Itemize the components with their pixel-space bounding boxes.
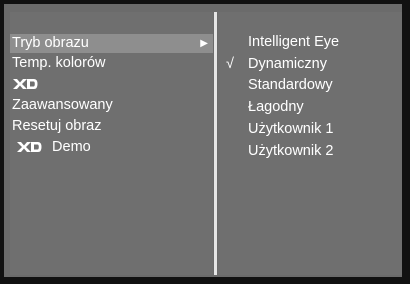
- menu-item-xd-demo[interactable]: Demo: [16, 138, 91, 157]
- menu-item-zaawansowany[interactable]: Zaawansowany: [12, 96, 113, 115]
- osd-menu-frame: Tryb obrazu ▶ Temp. kolorów Zaawansowany…: [0, 0, 410, 284]
- submenu-item-label: Dynamiczny: [248, 56, 327, 72]
- menu-item-label: Demo: [52, 139, 91, 155]
- submenu-item-label: Użytkownik 2: [248, 143, 334, 159]
- check-mark-icon: √: [226, 56, 234, 72]
- menu-item-label: Resetuj obraz: [12, 118, 102, 134]
- right-triangle-arrow-icon: ▶: [200, 38, 208, 49]
- menu-item-tryb-obrazu[interactable]: Tryb obrazu ▶: [10, 34, 213, 53]
- menu-item-label: Temp. kolorów: [12, 55, 106, 71]
- menu-item-resetuj-obraz[interactable]: Resetuj obraz: [12, 117, 101, 136]
- submenu-item-label: Intelligent Eye: [248, 34, 340, 50]
- menu-item-xd[interactable]: [12, 75, 38, 94]
- submenu-item-label: Użytkownik 1: [248, 121, 334, 137]
- submenu-panel: Intelligent Eye √ Dynamiczny Standardowy…: [218, 12, 402, 275]
- xd-logo-icon: [13, 79, 38, 90]
- panel-divider: [214, 12, 217, 275]
- menu-item-label: Tryb obrazu: [12, 35, 89, 51]
- submenu-item-label: Łagodny: [248, 99, 304, 115]
- submenu-item-label: Standardowy: [248, 77, 333, 93]
- menu-item-label: Zaawansowany: [12, 97, 113, 113]
- menu-item-temp-kolorow[interactable]: Temp. kolorów: [12, 54, 105, 73]
- main-menu-panel: Tryb obrazu ▶ Temp. kolorów Zaawansowany…: [10, 12, 213, 275]
- xd-logo-icon: [17, 142, 42, 153]
